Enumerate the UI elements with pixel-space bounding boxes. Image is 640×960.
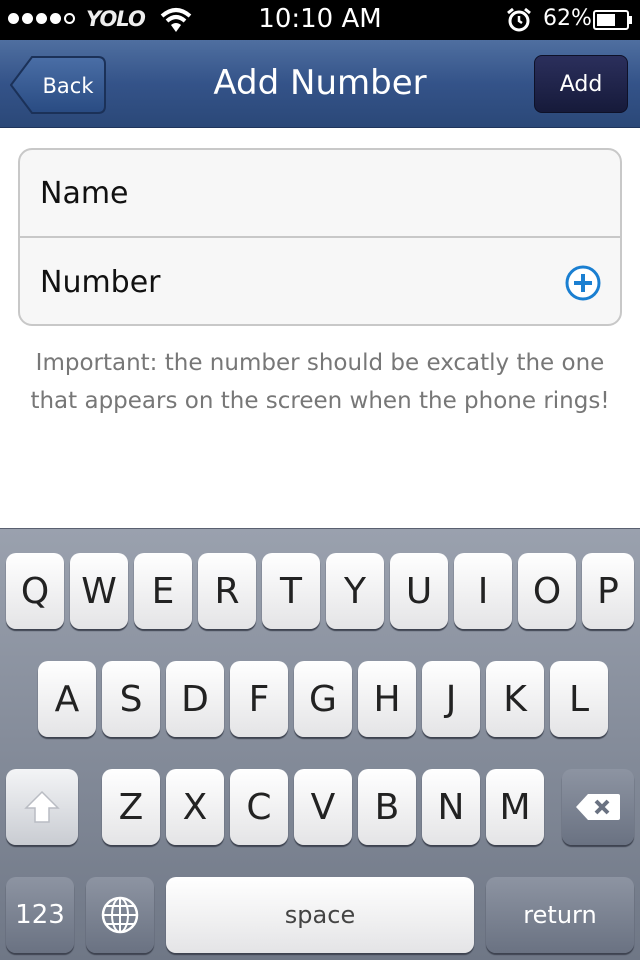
name-field[interactable]: Name: [20, 150, 620, 238]
key-g[interactable]: G: [294, 661, 352, 737]
contact-form: Name Number: [18, 148, 622, 326]
shift-key[interactable]: [6, 769, 78, 845]
key-d[interactable]: D: [166, 661, 224, 737]
battery-icon: [593, 10, 632, 30]
key-p[interactable]: P: [582, 553, 634, 629]
shift-arrow-icon: [24, 790, 60, 823]
key-h[interactable]: H: [358, 661, 416, 737]
space-key[interactable]: space: [166, 877, 474, 953]
numbers-key[interactable]: 123: [6, 877, 74, 953]
key-b[interactable]: B: [358, 769, 416, 845]
key-z[interactable]: Z: [102, 769, 160, 845]
key-a[interactable]: A: [38, 661, 96, 737]
key-j[interactable]: J: [422, 661, 480, 737]
key-y[interactable]: Y: [326, 553, 384, 629]
key-v[interactable]: V: [294, 769, 352, 845]
number-field-placeholder: Number: [40, 264, 161, 300]
key-e[interactable]: E: [134, 553, 192, 629]
key-x[interactable]: X: [166, 769, 224, 845]
key-m[interactable]: M: [486, 769, 544, 845]
keyboard: Q W E R T Y U I O P A S D F G H J K L Z …: [0, 528, 640, 960]
key-q[interactable]: Q: [6, 553, 64, 629]
add-contact-plus-icon[interactable]: [564, 264, 602, 302]
key-t[interactable]: T: [262, 553, 320, 629]
key-w[interactable]: W: [70, 553, 128, 629]
key-i[interactable]: I: [454, 553, 512, 629]
backspace-icon: [576, 794, 620, 820]
key-s[interactable]: S: [102, 661, 160, 737]
name-field-placeholder: Name: [40, 175, 129, 211]
key-u[interactable]: U: [390, 553, 448, 629]
important-note: Important: the number should be excatly …: [30, 350, 610, 414]
number-field[interactable]: Number: [20, 238, 620, 324]
navigation-bar: Back Add Number Add: [0, 40, 640, 128]
globe-key[interactable]: [86, 877, 154, 953]
globe-icon: [101, 896, 139, 934]
key-l[interactable]: L: [550, 661, 608, 737]
key-f[interactable]: F: [230, 661, 288, 737]
key-o[interactable]: O: [518, 553, 576, 629]
key-c[interactable]: C: [230, 769, 288, 845]
add-button[interactable]: Add: [534, 55, 628, 113]
battery-percent: 62%: [543, 6, 592, 31]
delete-key[interactable]: [562, 769, 634, 845]
alarm-icon: [507, 7, 531, 32]
return-key[interactable]: return: [486, 877, 634, 953]
key-n[interactable]: N: [422, 769, 480, 845]
key-k[interactable]: K: [486, 661, 544, 737]
status-bar: YOLO 10:10 AM 62%: [0, 0, 640, 40]
key-r[interactable]: R: [198, 553, 256, 629]
